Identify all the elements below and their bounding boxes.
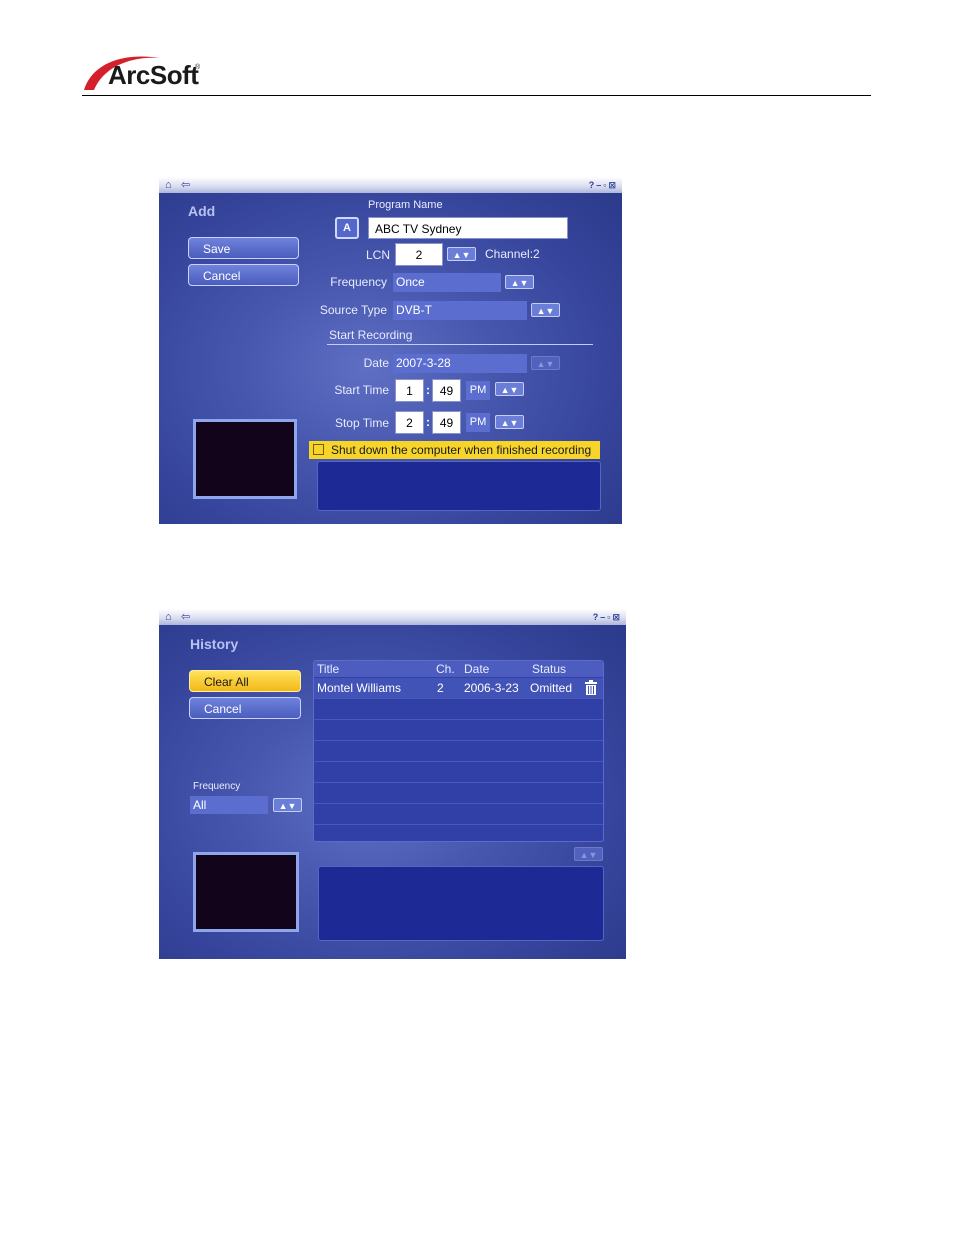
row-ch: 2 [437, 681, 444, 695]
source-type-label: Source Type [319, 303, 387, 317]
home-icon[interactable]: ⌂ [165, 610, 172, 624]
window-controls: ?–▫⊠ [589, 178, 618, 192]
column-header-title[interactable]: Title [317, 662, 339, 676]
frequency-label: Frequency [193, 781, 241, 792]
channel-text: Channel:2 [485, 247, 540, 261]
lcn-up-down-arrows-icon[interactable]: ▲▼ [447, 247, 476, 261]
frequency-select[interactable]: Once [393, 273, 501, 292]
stop-minute-input[interactable]: 49 [432, 411, 461, 434]
back-arrow-icon[interactable]: ⇦ [181, 178, 190, 192]
frequency-up-down-arrows-icon[interactable]: ▲▼ [273, 798, 302, 812]
history-table: Title Ch. Date Status Montel Williams 2 … [313, 660, 604, 842]
column-header-ch[interactable]: Ch. [436, 662, 455, 676]
cancel-button[interactable]: Cancel [188, 264, 299, 286]
window-title: Add [188, 203, 216, 219]
start-ampm[interactable]: PM [466, 381, 490, 400]
stop-time-up-down-arrows-icon[interactable]: ▲▼ [495, 415, 524, 429]
source-type-select[interactable]: DVB-T [393, 301, 527, 320]
column-header-date[interactable]: Date [464, 662, 489, 676]
table-row[interactable] [314, 720, 603, 741]
start-hour-input[interactable]: 1 [395, 379, 424, 402]
frequency-up-down-arrows-icon[interactable]: ▲▼ [505, 275, 534, 289]
program-name-input[interactable]: ABC TV Sydney [368, 217, 568, 239]
frequency-label: Frequency [330, 275, 387, 289]
table-row[interactable]: Montel Williams 2 2006-3-23 Omitted [314, 678, 603, 699]
title-bar: ⌂ ⇦ ?–▫⊠ [159, 609, 626, 625]
date-up-down-arrows-icon[interactable]: ▲▼ [531, 356, 560, 370]
info-panel [317, 461, 601, 511]
start-time-up-down-arrows-icon[interactable]: ▲▼ [495, 382, 524, 396]
window-title: History [190, 636, 239, 652]
date-label: Date [363, 356, 389, 370]
lcn-input[interactable]: 2 [395, 243, 443, 266]
program-name-label: Program Name [368, 199, 443, 211]
date-select[interactable]: 2007-3-28 [393, 354, 527, 373]
add-window: ⌂ ⇦ ?–▫⊠ Add Save Cancel Program Name A … [159, 177, 622, 524]
clear-all-button[interactable]: Clear All [189, 670, 301, 692]
stop-time-label: Stop Time [334, 416, 389, 430]
stop-ampm[interactable]: PM [466, 413, 490, 432]
table-row[interactable] [314, 783, 603, 804]
column-header-status[interactable]: Status [532, 662, 566, 676]
lcn-label: LCN [366, 248, 391, 262]
row-date: 2006-3-23 [464, 681, 519, 695]
title-bar: ⌂ ⇦ ?–▫⊠ [159, 177, 622, 193]
home-icon[interactable]: ⌂ [165, 178, 172, 192]
back-arrow-icon[interactable]: ⇦ [181, 610, 190, 624]
arcsoft-logo: ArcSoft ® [82, 50, 202, 94]
table-row[interactable] [314, 699, 603, 720]
time-separator: : [426, 383, 430, 397]
table-header: Title Ch. Date Status [314, 661, 603, 677]
window-controls: ?–▫⊠ [593, 610, 622, 624]
close-icon[interactable]: ⊠ [612, 612, 622, 622]
history-window: ⌂ ⇦ ?–▫⊠ History Clear All Cancel Freque… [159, 609, 626, 959]
close-icon[interactable]: ⊠ [608, 180, 618, 190]
keyboard-button[interactable]: A [335, 217, 359, 239]
frequency-select[interactable]: All [190, 796, 268, 814]
save-button[interactable]: Save [188, 237, 299, 259]
row-title: Montel Williams [317, 681, 402, 695]
info-panel [318, 866, 604, 941]
time-separator: : [426, 415, 430, 429]
table-row[interactable] [314, 741, 603, 762]
row-status: Omitted [530, 681, 573, 695]
video-preview [193, 852, 299, 932]
stop-hour-input[interactable]: 2 [395, 411, 424, 434]
header-rule [82, 95, 871, 96]
shutdown-label: Shut down the computer when finished rec… [331, 443, 592, 457]
logo-registered-mark: ® [195, 64, 201, 71]
logo-text: ArcSoft [108, 60, 199, 90]
video-preview [193, 419, 297, 499]
scroll-up-down-arrows-icon[interactable]: ▲▼ [574, 847, 603, 861]
start-minute-input[interactable]: 49 [432, 379, 461, 402]
section-divider [327, 344, 593, 345]
start-recording-label: Start Recording [329, 328, 413, 342]
shutdown-checkbox[interactable] [313, 444, 324, 455]
source-type-up-down-arrows-icon[interactable]: ▲▼ [531, 303, 560, 317]
table-row[interactable] [314, 804, 603, 825]
shutdown-checkbox-row[interactable]: Shut down the computer when finished rec… [309, 441, 600, 459]
table-row[interactable] [314, 762, 603, 783]
trash-icon[interactable] [584, 680, 598, 700]
start-time-label: Start Time [334, 383, 389, 397]
cancel-button[interactable]: Cancel [189, 697, 301, 719]
